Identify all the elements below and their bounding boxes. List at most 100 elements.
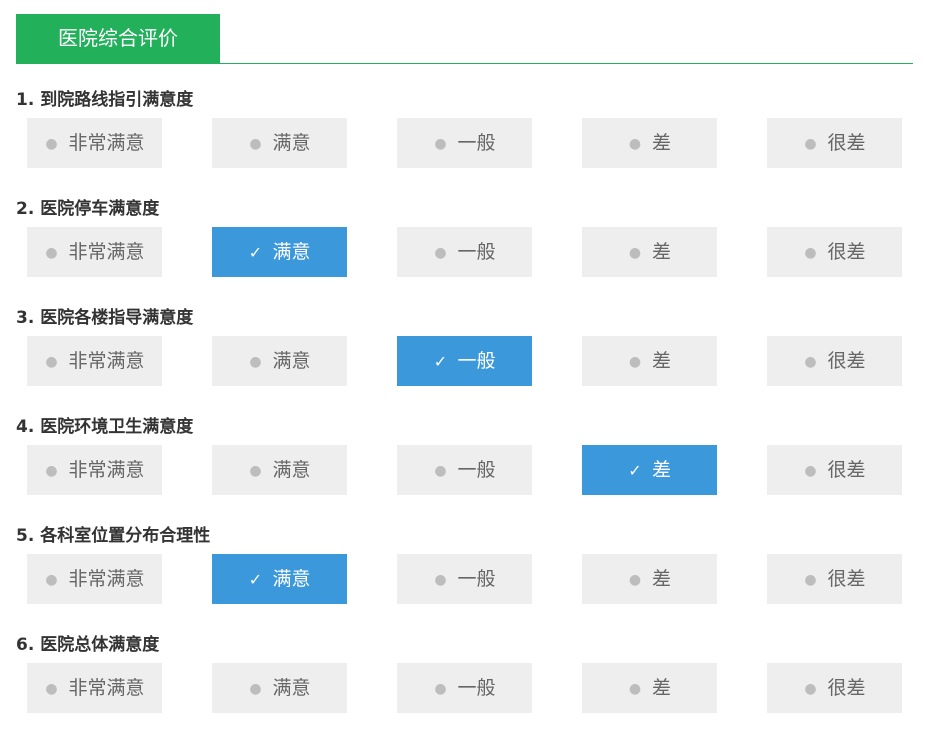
option-very-poor[interactable]: ● 很差	[767, 227, 902, 277]
option-very-satisfied[interactable]: ● 非常满意	[27, 554, 162, 604]
option-average[interactable]: ✓ 一般	[397, 336, 532, 386]
option-very-poor[interactable]: ● 很差	[767, 663, 902, 713]
option-label: 很差	[827, 241, 866, 263]
option-label: 满意	[272, 350, 311, 372]
checkmark-icon: ✓	[628, 460, 642, 480]
option-label: 满意	[272, 568, 311, 590]
option-very-satisfied[interactable]: ● 非常满意	[27, 336, 162, 386]
radio-dot-icon: ●	[804, 571, 817, 588]
question-3: 3. 医院各楼指导满意度 ● 非常满意 ● 满意 ✓ 一般 ● 差 ● 很差	[16, 306, 913, 415]
option-very-satisfied[interactable]: ● 非常满意	[27, 118, 162, 168]
option-label: 一般	[457, 350, 496, 372]
radio-dot-icon: ●	[804, 135, 817, 152]
option-very-poor[interactable]: ● 很差	[767, 445, 902, 495]
option-label: 差	[651, 677, 671, 699]
option-label: 满意	[272, 241, 311, 263]
checkmark-icon: ✓	[248, 242, 263, 262]
option-satisfied[interactable]: ● 满意	[212, 118, 347, 168]
radio-dot-icon: ●	[434, 244, 447, 261]
radio-dot-icon: ●	[249, 353, 262, 370]
option-average[interactable]: ● 一般	[397, 227, 532, 277]
question-2: 2. 医院停车满意度 ● 非常满意 ✓ 满意 ● 一般 ● 差 ● 很差	[16, 197, 913, 306]
radio-dot-icon: ●	[628, 571, 642, 588]
section-header: 医院综合评价	[16, 14, 913, 64]
question-title: 3. 医院各楼指导满意度	[16, 308, 194, 328]
option-label: 一般	[457, 568, 496, 590]
question-title: 4. 医院环境卫生满意度	[16, 417, 194, 437]
checkmark-icon: ✓	[433, 351, 448, 371]
option-label: 一般	[457, 241, 496, 263]
option-label: 差	[651, 241, 671, 263]
option-very-satisfied[interactable]: ● 非常满意	[27, 227, 162, 277]
option-label: 很差	[827, 459, 866, 481]
option-satisfied[interactable]: ✓ 满意	[212, 554, 347, 604]
radio-dot-icon: ●	[249, 680, 262, 697]
option-very-satisfied[interactable]: ● 非常满意	[27, 445, 162, 495]
option-label: 差	[651, 132, 671, 154]
option-label: 非常满意	[68, 241, 145, 263]
option-satisfied[interactable]: ✓ 满意	[212, 227, 347, 277]
radio-dot-icon: ●	[45, 135, 58, 152]
option-very-poor[interactable]: ● 很差	[767, 118, 902, 168]
radio-dot-icon: ●	[249, 462, 262, 479]
option-very-satisfied[interactable]: ● 非常满意	[27, 663, 162, 713]
radio-dot-icon: ●	[45, 462, 58, 479]
option-label: 非常满意	[68, 350, 145, 372]
radio-dot-icon: ●	[628, 135, 642, 152]
option-poor[interactable]: ● 差	[582, 118, 717, 168]
option-poor[interactable]: ✓ 差	[582, 445, 717, 495]
question-title: 6. 医院总体满意度	[16, 635, 160, 655]
question-title: 1. 到院路线指引满意度	[16, 90, 194, 110]
radio-dot-icon: ●	[434, 135, 447, 152]
radio-dot-icon: ●	[249, 135, 262, 152]
option-label: 一般	[457, 677, 496, 699]
option-poor[interactable]: ● 差	[582, 336, 717, 386]
option-label: 满意	[272, 132, 311, 154]
radio-dot-icon: ●	[45, 571, 58, 588]
radio-dot-icon: ●	[628, 353, 642, 370]
option-satisfied[interactable]: ● 满意	[212, 336, 347, 386]
option-label: 很差	[827, 568, 866, 590]
option-very-poor[interactable]: ● 很差	[767, 336, 902, 386]
option-poor[interactable]: ● 差	[582, 663, 717, 713]
checkmark-icon: ✓	[248, 569, 263, 589]
radio-dot-icon: ●	[804, 244, 817, 261]
option-label: 非常满意	[68, 677, 145, 699]
radio-dot-icon: ●	[45, 353, 58, 370]
section-title: 医院综合评价	[16, 14, 220, 63]
option-label: 差	[651, 459, 671, 481]
radio-dot-icon: ●	[804, 680, 817, 697]
option-label: 很差	[827, 350, 866, 372]
radio-dot-icon: ●	[804, 462, 817, 479]
option-very-poor[interactable]: ● 很差	[767, 554, 902, 604]
question-title: 2. 医院停车满意度	[16, 199, 160, 219]
option-satisfied[interactable]: ● 满意	[212, 445, 347, 495]
option-average[interactable]: ● 一般	[397, 554, 532, 604]
radio-dot-icon: ●	[628, 680, 642, 697]
option-label: 一般	[457, 459, 496, 481]
option-label: 差	[651, 350, 671, 372]
radio-dot-icon: ●	[434, 462, 447, 479]
question-4: 4. 医院环境卫生满意度 ● 非常满意 ● 满意 ● 一般 ✓ 差 ● 很差	[16, 415, 913, 524]
option-label: 非常满意	[68, 568, 145, 590]
radio-dot-icon: ●	[434, 680, 447, 697]
question-6: 6. 医院总体满意度 ● 非常满意 ● 满意 ● 一般 ● 差 ● 很差	[16, 633, 913, 742]
option-label: 很差	[827, 677, 866, 699]
option-label: 很差	[827, 132, 866, 154]
question-5: 5. 各科室位置分布合理性 ● 非常满意 ✓ 满意 ● 一般 ● 差 ● 很差	[16, 524, 913, 633]
option-label: 满意	[272, 459, 311, 481]
question-1: 1. 到院路线指引满意度 ● 非常满意 ● 满意 ● 一般 ● 差 ● 很差	[16, 88, 913, 197]
question-title: 5. 各科室位置分布合理性	[16, 526, 211, 546]
option-poor[interactable]: ● 差	[582, 554, 717, 604]
option-average[interactable]: ● 一般	[397, 118, 532, 168]
option-label: 非常满意	[68, 459, 145, 481]
option-label: 一般	[457, 132, 496, 154]
option-label: 满意	[272, 677, 311, 699]
option-label: 非常满意	[68, 132, 145, 154]
radio-dot-icon: ●	[434, 571, 447, 588]
option-average[interactable]: ● 一般	[397, 445, 532, 495]
option-average[interactable]: ● 一般	[397, 663, 532, 713]
radio-dot-icon: ●	[804, 353, 817, 370]
option-satisfied[interactable]: ● 满意	[212, 663, 347, 713]
option-poor[interactable]: ● 差	[582, 227, 717, 277]
